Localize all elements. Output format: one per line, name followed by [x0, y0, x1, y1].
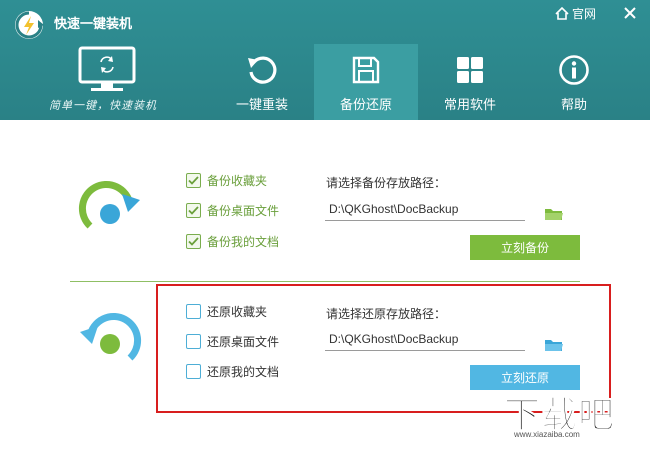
- option-label: 还原桌面文件: [207, 335, 280, 349]
- section-divider: [70, 281, 580, 282]
- watermark: 下载吧 www.xiazaiba.com: [503, 386, 644, 446]
- tab-label: 常用软件: [443, 98, 496, 113]
- backup-desktop-option[interactable]: 备份桌面文件: [186, 202, 279, 219]
- main-nav: 一键重装 备份还原 常用软件 帮助: [210, 44, 626, 120]
- floppy-disk-icon: [348, 52, 384, 88]
- restore-documents-option[interactable]: 还原我的文档: [186, 363, 279, 380]
- info-icon: [556, 52, 592, 88]
- backup-path-field[interactable]: [325, 197, 525, 221]
- grid-icon: [452, 52, 488, 88]
- monitor-icon: [78, 46, 136, 91]
- restore-desktop-option[interactable]: 还原桌面文件: [186, 333, 279, 350]
- home-icon: [555, 6, 569, 20]
- backup-documents-option[interactable]: 备份我的文档: [186, 233, 279, 250]
- option-label: 备份我的文档: [207, 235, 280, 249]
- option-label: 备份收藏夹: [207, 174, 268, 188]
- backup-path-label: 请选择备份存放路径：: [326, 176, 447, 190]
- folder-icon[interactable]: [544, 206, 564, 222]
- official-site-label: 官网: [571, 6, 596, 21]
- window-controls: 官网: [555, 0, 650, 26]
- restore-icon: [80, 313, 142, 361]
- option-label: 备份桌面文件: [207, 204, 280, 218]
- watermark-url: www.xiazaiba.com: [514, 430, 580, 439]
- backup-favorites-option[interactable]: 备份收藏夹: [186, 172, 267, 189]
- folder-icon[interactable]: [544, 337, 564, 353]
- title-bar: 快速一键装机 简单一键，快速装机 官网 一键重装 备份还原 常用软件 帮助: [0, 0, 650, 120]
- tab-label: 一键重装: [235, 98, 288, 113]
- restore-path-label: 请选择还原存放路径：: [326, 307, 447, 321]
- official-site-link[interactable]: 官网: [555, 5, 596, 22]
- tab-common-software[interactable]: 常用软件: [418, 44, 522, 120]
- backup-icon: [78, 181, 140, 229]
- checkbox-checked-icon[interactable]: [186, 203, 201, 218]
- backup-now-button[interactable]: 立刻备份: [470, 235, 580, 260]
- close-button[interactable]: [618, 1, 642, 25]
- option-label: 还原我的文档: [207, 365, 280, 379]
- close-icon: [624, 7, 636, 19]
- checkbox-checked-icon[interactable]: [186, 173, 201, 188]
- refresh-icon: [244, 52, 280, 88]
- slogan: 简单一键，快速装机: [49, 99, 157, 112]
- checkbox-checked-icon[interactable]: [186, 234, 201, 249]
- tab-label: 备份还原: [339, 98, 392, 113]
- checkbox-unchecked-icon[interactable]: [186, 364, 201, 379]
- tab-one-key-reinstall[interactable]: 一键重装: [210, 44, 314, 120]
- tab-label: 帮助: [560, 98, 587, 113]
- app-title: 快速一键装机: [54, 17, 133, 32]
- tab-help[interactable]: 帮助: [522, 44, 626, 120]
- restore-favorites-option[interactable]: 还原收藏夹: [186, 303, 267, 320]
- restore-path-field[interactable]: [325, 327, 525, 351]
- checkbox-unchecked-icon[interactable]: [186, 304, 201, 319]
- tab-backup-restore[interactable]: 备份还原: [314, 44, 418, 120]
- option-label: 还原收藏夹: [207, 305, 268, 319]
- app-logo-icon: [15, 11, 44, 39]
- checkbox-unchecked-icon[interactable]: [186, 334, 201, 349]
